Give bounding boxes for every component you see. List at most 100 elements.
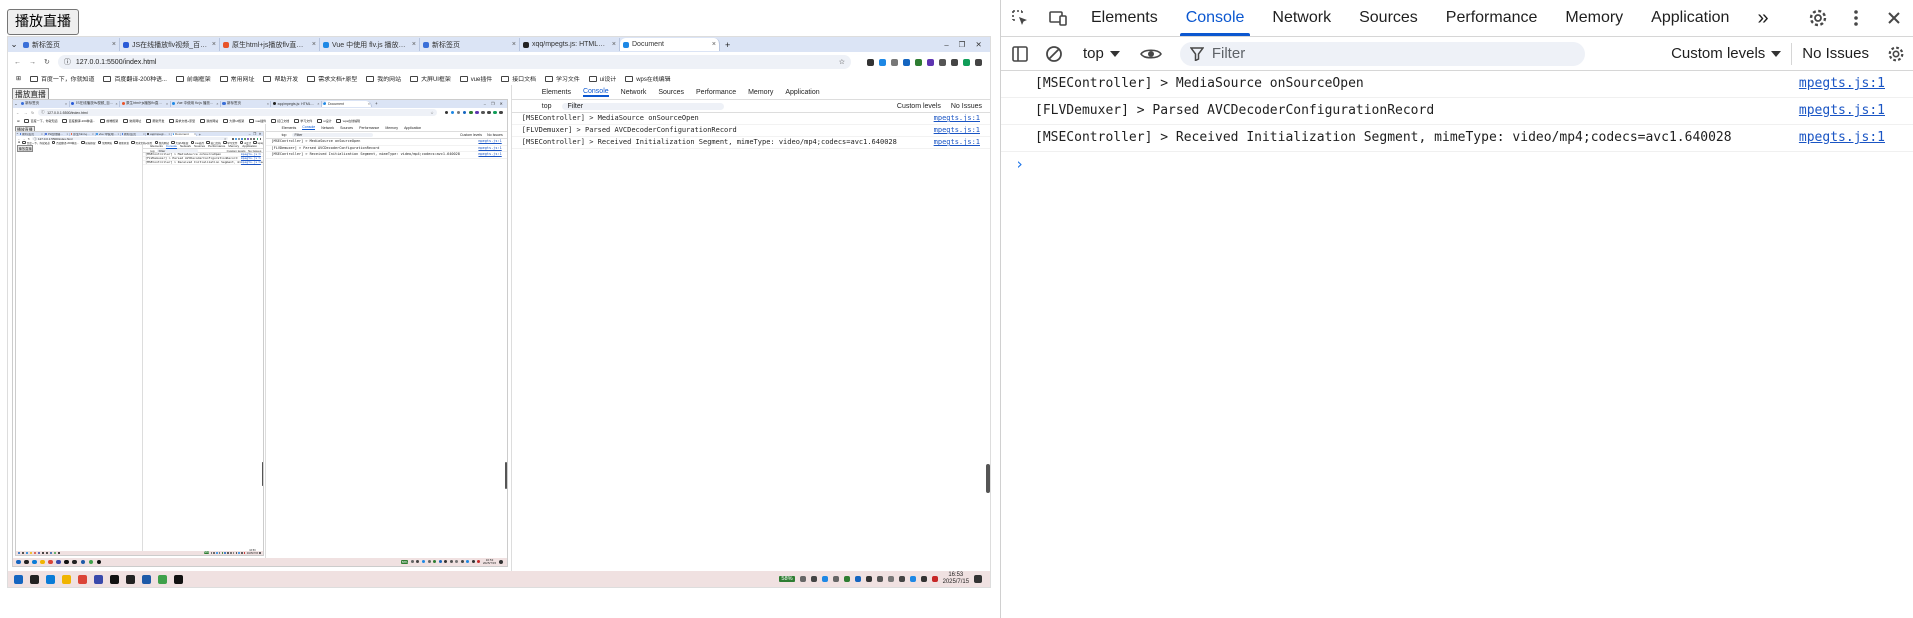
typora-icon[interactable]	[41, 551, 45, 554]
tab-console[interactable]: Console	[1172, 0, 1259, 36]
restore-icon[interactable]: ❐	[491, 101, 494, 106]
tray-icon[interactable]	[444, 560, 448, 564]
tab-close-icon[interactable]: ×	[512, 41, 516, 48]
url-bar[interactable]: ⓘ 127.0.0.1:5500/index.html ☆	[38, 109, 437, 117]
tray-icon[interactable]	[238, 552, 240, 554]
browser-tab[interactable]: 新标签页 ×	[221, 100, 272, 108]
reload-icon[interactable]: ↻	[44, 58, 50, 66]
browser-tab[interactable]: Vue 中使用 flv.js 播放视频 - ...×	[320, 38, 420, 51]
browser-tab[interactable]: Document ×	[620, 38, 720, 51]
console-prompt[interactable]: ›	[1001, 152, 1913, 176]
bookmark-star-icon[interactable]: ☆	[431, 111, 434, 115]
notifications-icon[interactable]	[498, 559, 503, 564]
extension-icon[interactable]	[256, 137, 259, 140]
app-icon[interactable]	[158, 574, 167, 584]
console-source-link[interactable]: mpegts.js:1	[1799, 125, 1885, 151]
bookmark-item[interactable]: wps在线编辑	[336, 118, 360, 123]
tab-close-icon[interactable]: ×	[166, 102, 168, 106]
tab-performance[interactable]: Performance	[1432, 0, 1552, 36]
extension-icon[interactable]	[487, 110, 491, 115]
tray-icon[interactable]	[235, 552, 238, 554]
tray-icon[interactable]	[216, 552, 218, 554]
tray-icon[interactable]	[466, 560, 470, 564]
tray-icon[interactable]	[909, 576, 916, 582]
typora-icon[interactable]	[110, 574, 119, 584]
notifications-icon[interactable]	[974, 575, 982, 583]
tray-icon[interactable]	[471, 560, 475, 564]
tab-search-chevron-icon[interactable]: ⌄	[8, 40, 20, 49]
tray-icon[interactable]	[438, 560, 442, 564]
extension-icon[interactable]	[963, 58, 970, 66]
close-window-icon[interactable]: ✕	[976, 40, 982, 49]
start-menu-icon[interactable]	[14, 574, 23, 584]
tray-icon[interactable]	[832, 576, 839, 582]
edge-browser-icon[interactable]	[46, 574, 55, 584]
browser-tab[interactable]: xqq/mpegts.js: HTML5 MPEG...×	[520, 38, 620, 51]
tab-network[interactable]: Network	[1258, 0, 1345, 36]
issues-counter[interactable]: No Issues	[1791, 42, 1879, 65]
bookmark-item[interactable]: 我的网站	[199, 118, 218, 123]
extension-icon[interactable]	[450, 110, 455, 115]
file-explorer-icon[interactable]	[62, 574, 71, 584]
bookmark-item[interactable]: 我的网站	[366, 74, 401, 83]
extension-icon[interactable]	[238, 137, 241, 140]
search-icon[interactable]	[24, 559, 29, 565]
browser-tab[interactable]: 原生html+js播放flv直播视频×	[220, 38, 320, 51]
extension-icon[interactable]	[244, 137, 247, 140]
extension-icon[interactable]	[915, 58, 922, 66]
apps-grid-icon[interactable]: ⊞	[16, 75, 21, 82]
tray-icon[interactable]	[898, 576, 905, 582]
filter-input[interactable]: Filter	[1179, 41, 1585, 66]
tray-icon[interactable]	[227, 552, 229, 554]
play-live-button[interactable]: 播放直播	[7, 9, 79, 35]
app-icon[interactable]	[37, 551, 41, 554]
browser-tab[interactable]: 原生html+js播放flv直播视频×	[120, 100, 171, 108]
tray-icon[interactable]	[232, 552, 235, 554]
browser-tab[interactable]: JS在线播放flv视频_百度搜索×	[120, 38, 220, 51]
new-tab-icon[interactable]: +	[720, 40, 735, 50]
console-source-link[interactable]: mpegts.js:1	[1799, 98, 1885, 124]
extension-icon[interactable]	[468, 110, 473, 115]
file-explorer-icon[interactable]	[40, 559, 45, 565]
tray-icon[interactable]	[821, 576, 828, 582]
bookmark-item[interactable]: 百度翻译-200种语...	[103, 74, 167, 83]
tray-icon[interactable]	[213, 552, 215, 554]
extension-icon[interactable]	[259, 137, 262, 140]
extension-icon[interactable]	[253, 137, 256, 140]
tab-close-icon[interactable]: ×	[112, 41, 116, 48]
start-menu-icon[interactable]	[17, 551, 20, 554]
clear-console-icon[interactable]	[1039, 36, 1069, 72]
sidebar-toggle-icon[interactable]	[1001, 36, 1039, 72]
console-settings-gear-icon[interactable]	[1879, 36, 1913, 72]
bookmark-item[interactable]: 常用网址	[219, 74, 254, 83]
tab-close-icon[interactable]: ×	[212, 41, 216, 48]
forward-arrow-icon[interactable]: →	[23, 137, 26, 141]
site-info-icon[interactable]: ⓘ	[41, 110, 45, 115]
edge-browser-icon[interactable]	[32, 559, 37, 565]
extension-icon[interactable]	[247, 137, 250, 140]
restore-icon[interactable]: ❐	[959, 40, 966, 49]
extension-icon[interactable]	[250, 137, 253, 140]
extension-icon[interactable]	[241, 137, 244, 140]
clock[interactable]: 16:53 2025/7/15	[943, 572, 969, 585]
close-devtools-icon[interactable]	[1875, 0, 1913, 36]
bookmark-item[interactable]: 帮助开发	[263, 74, 298, 83]
tab-close-icon[interactable]: ×	[412, 41, 416, 48]
start-menu-icon[interactable]	[16, 559, 21, 565]
tray-icon[interactable]	[449, 560, 453, 564]
tab-elements[interactable]: Elements	[1077, 0, 1172, 36]
extension-icon[interactable]	[499, 110, 503, 115]
tray-icon[interactable]	[876, 576, 883, 582]
reload-icon[interactable]: ↻	[28, 137, 31, 141]
bookmark-item[interactable]: ui设计	[316, 118, 332, 123]
app-icon[interactable]	[94, 574, 103, 584]
clock[interactable]: 16:53 2025/7/15	[247, 549, 258, 555]
more-options-icon[interactable]	[1837, 0, 1875, 36]
bookmark-item[interactable]: ui设计	[588, 74, 616, 83]
extension-icon[interactable]	[456, 110, 461, 115]
bookmark-item[interactable]: 前端框架	[175, 74, 211, 83]
bookmark-item[interactable]: vue插件	[459, 74, 492, 83]
terminal-icon[interactable]	[58, 551, 61, 554]
tray-icon[interactable]	[799, 576, 806, 582]
tab-close-icon[interactable]: ×	[712, 41, 716, 48]
